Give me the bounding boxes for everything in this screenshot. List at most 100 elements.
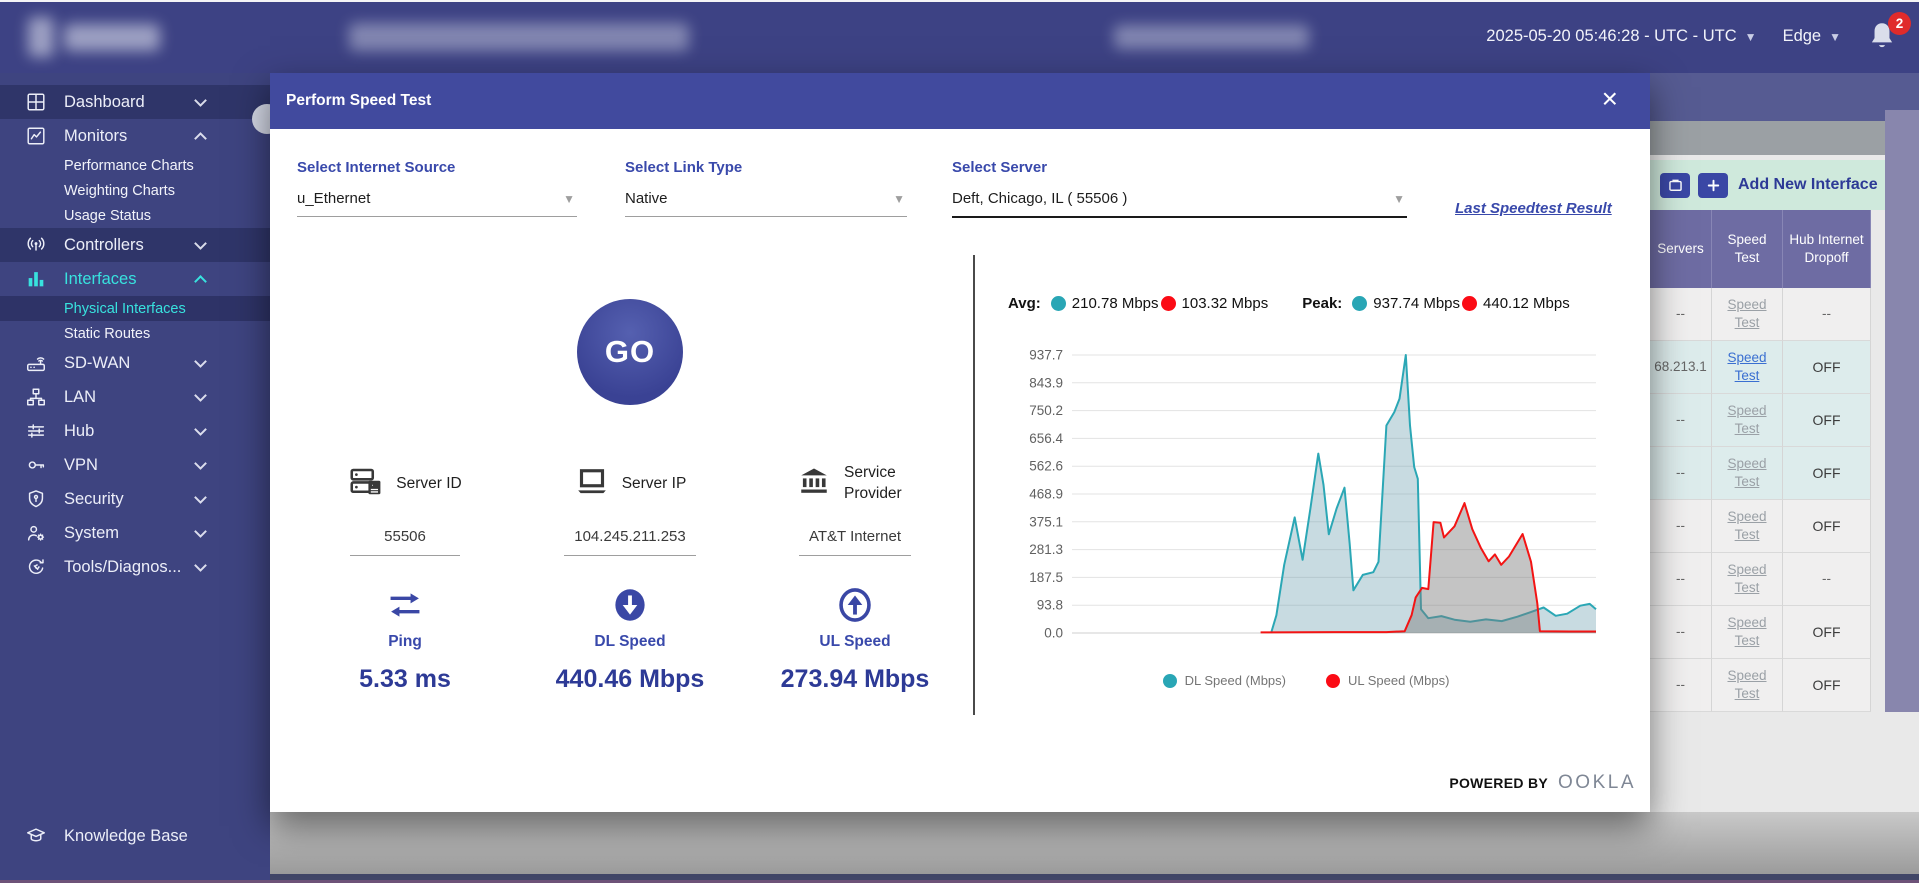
sidebar-item-system[interactable]: System [0,516,270,550]
dashboard-icon [25,91,47,113]
go-button[interactable]: GO [577,299,683,405]
chart-summary: Avg: 210.78 Mbps 103.32 Mbps Peak: 937.7… [1008,295,1570,312]
chevron-down-icon: ▼ [1829,30,1841,44]
last-speedtest-result-link[interactable]: Last Speedtest Result [1455,200,1612,217]
sidebar-item-security[interactable]: Security [0,482,270,516]
chevron-down-icon: ▼ [563,192,575,206]
legend-item: UL Speed (Mbps) [1326,673,1449,688]
sidebar-item-physical-interfaces[interactable]: Physical Interfaces [0,296,270,321]
server-value: Deft, Chicago, IL ( 55506 ) [952,190,1127,207]
sidebar-item-interfaces[interactable]: Interfaces [0,262,270,296]
background-header-band [1650,73,1919,121]
dropoff-cell: OFF [1783,394,1871,447]
dropoff-cell: OFF [1783,341,1871,394]
speed-test-link[interactable]: Speed Test [1714,508,1780,543]
speed-test-modal: Perform Speed Test × Select Internet Sou… [270,73,1650,812]
app-logo-text [64,24,160,51]
legend-dot-icon [1326,674,1340,688]
add-new-interface-button[interactable]: Add New Interface [1738,176,1878,194]
hub-icon [25,420,47,442]
sidebar-item-static-routes[interactable]: Static Routes [0,321,270,346]
internet-source-label: Select Internet Source [297,159,577,176]
chart-legend: DL Speed (Mbps)UL Speed (Mbps) [1006,673,1606,688]
redacted-context-title [349,23,689,51]
ookla-logo: OOKLA [1558,772,1636,794]
modal-header: Perform Speed Test × [270,73,1650,129]
sidebar-item-label: Weighting Charts [64,183,175,199]
link-type-select[interactable]: Select Link Type Native▼ [625,159,907,217]
speed-chart: 937.7843.9750.2656.4562.6468.9375.1281.3… [1006,341,1606,653]
server-ip-value: 104.245.211.253 [564,528,696,556]
service-provider-block: Service Provider AT&T Internet [740,458,970,556]
card-view-button[interactable] [1660,173,1690,198]
chevron-down-icon [194,237,207,250]
sidebar-item-label: VPN [64,456,98,475]
notifications-button[interactable]: 2 [1867,20,1901,60]
interface-toolbar: Add New Interface [1650,160,1919,210]
vpn-icon [25,454,47,476]
speed-test-link[interactable]: Speed Test [1714,667,1780,702]
sidebar-item-vpn[interactable]: VPN [0,448,270,482]
chevron-down-icon: ▼ [893,192,905,206]
svg-text:187.5: 187.5 [1029,570,1063,585]
server-cell: -- [1650,288,1712,341]
dl-speed-label: DL Speed [515,633,745,651]
timezone-selector[interactable]: 2025-05-20 05:46:28 - UTC - UTC ▼ [1486,27,1756,46]
edge-selector[interactable]: Edge ▼ [1783,27,1841,46]
speed-test-cell: Speed Test [1712,606,1783,659]
sidebar-item-label: SD-WAN [64,354,130,373]
background-gray-band [1650,121,1919,155]
avg-label: Avg: [1008,295,1041,312]
sidebar-item-monitors[interactable]: Monitors [0,119,270,153]
dropoff-cell: OFF [1783,659,1871,712]
sidebar-item-label: Dashboard [64,93,145,112]
sidebar-item-sd-wan[interactable]: SD-WAN [0,346,270,380]
dropoff-cell: OFF [1783,447,1871,500]
chevron-down-icon [194,389,207,402]
speed-test-link[interactable]: Speed Test [1714,455,1780,490]
avg-ul-value: 103.32 Mbps [1182,295,1269,312]
sidebar-item-performance-charts[interactable]: Performance Charts [0,153,270,178]
chevron-down-icon [194,94,207,107]
internet-source-select[interactable]: Select Internet Source u_Ethernet ▼ [297,159,577,217]
sidebar-item-usage-status[interactable]: Usage Status [0,203,270,228]
ul-speed-label: UL Speed [740,633,970,651]
sidebar-item-label: Performance Charts [64,158,194,174]
speed-test-link[interactable]: Speed Test [1714,296,1780,331]
sidebar-item-lan[interactable]: LAN [0,380,270,414]
svg-text:656.4: 656.4 [1029,431,1063,446]
speed-test-link[interactable]: Speed Test [1714,614,1780,649]
server-cell: -- [1650,447,1712,500]
sidebar-item-tools-diagnos[interactable]: Tools/Diagnos... [0,550,270,584]
interfaces-icon [25,268,47,290]
dl-speed-block: DL Speed 440.46 Mbps [515,585,745,694]
redacted-context-subtitle [1114,25,1309,49]
legend-label: UL Speed (Mbps) [1348,673,1449,688]
speed-test-link[interactable]: Speed Test [1714,561,1780,596]
background-interfaces-panel: Add New Interface Servers Speed Test Hub… [1650,73,1919,812]
sidebar-item-dashboard[interactable]: Dashboard [0,85,270,119]
bell-icon [1867,38,1897,56]
speed-test-cell: Speed Test [1712,394,1783,447]
sidebar-item-label: Interfaces [64,270,136,289]
close-icon[interactable]: × [1602,84,1618,114]
sidebar-item-label: Tools/Diagnos... [64,558,181,577]
controllers-icon [25,234,47,256]
sidebar-item-controllers[interactable]: Controllers [0,228,270,262]
table-row: --Speed TestOFF [1650,447,1871,500]
plus-icon-button[interactable] [1698,173,1728,198]
sidebar-item-weighting-charts[interactable]: Weighting Charts [0,178,270,203]
sidebar-item-hub[interactable]: Hub [0,414,270,448]
speed-test-link[interactable]: Speed Test [1714,349,1780,384]
sidebar-item-knowledge-base[interactable]: Knowledge Base [0,818,270,854]
page-bottom-band [270,812,1919,877]
server-id-value: 55506 [350,528,460,556]
sidebar-item-label: Monitors [64,127,127,146]
sidebar-item-label: LAN [64,388,96,407]
server-select[interactable]: Select Server Deft, Chicago, IL ( 55506 … [952,159,1407,218]
right-edge-strip [1885,110,1919,712]
speed-test-link[interactable]: Speed Test [1714,402,1780,437]
chevron-down-icon [194,525,207,538]
table-row: --Speed TestOFF [1650,394,1871,447]
internet-source-value: u_Ethernet [297,190,370,207]
